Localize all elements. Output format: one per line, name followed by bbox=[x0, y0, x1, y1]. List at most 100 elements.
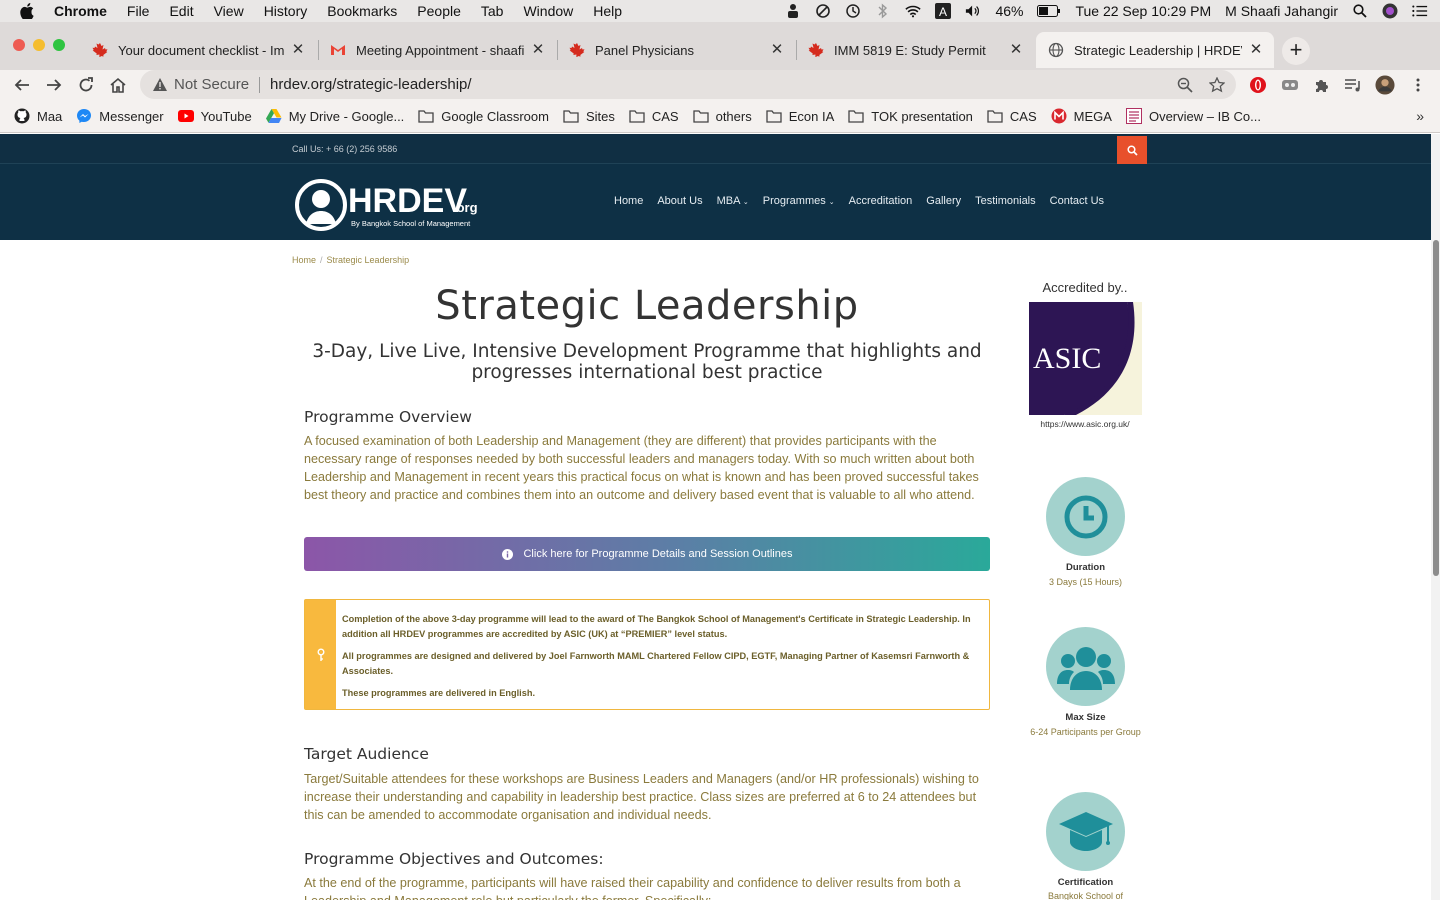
bookmark-econ-ia[interactable]: Econ IA bbox=[766, 108, 834, 124]
site-search-button[interactable] bbox=[1117, 136, 1147, 164]
tab-close-icon[interactable]: ✕ bbox=[530, 42, 546, 58]
bookmark-overview-ib[interactable]: Overview – IB Co... bbox=[1125, 108, 1261, 124]
bookmark-label: Maa bbox=[37, 108, 63, 124]
tab-close-icon[interactable]: ✕ bbox=[290, 42, 306, 58]
menu-edit[interactable]: Edit bbox=[169, 3, 193, 19]
tab-close-icon[interactable]: ✕ bbox=[769, 42, 785, 58]
menu-window[interactable]: Window bbox=[523, 3, 573, 19]
bluetooth-icon[interactable] bbox=[875, 3, 891, 19]
notification-center-icon[interactable] bbox=[1412, 3, 1428, 19]
max-size-value: 6-24 Participants per Group bbox=[1030, 727, 1141, 737]
extensions-puzzle-icon[interactable] bbox=[1312, 75, 1332, 95]
tab-meeting-appointment[interactable]: Meeting Appointment - shaafis ✕ bbox=[318, 32, 556, 68]
new-tab-button[interactable]: + bbox=[1282, 37, 1310, 65]
bookmark-my-drive[interactable]: My Drive - Google... bbox=[265, 108, 404, 124]
home-icon[interactable] bbox=[106, 73, 130, 97]
menu-people[interactable]: People bbox=[417, 3, 461, 19]
bookmark-label: CAS bbox=[1009, 108, 1037, 124]
nav-testimonials[interactable]: Testimonials bbox=[975, 195, 1036, 207]
nav-accreditation[interactable]: Accreditation bbox=[849, 195, 913, 207]
bookmark-label: YouTube bbox=[200, 108, 252, 124]
nav-home[interactable]: Home bbox=[614, 195, 643, 207]
bookmark-maa[interactable]: Maa bbox=[14, 108, 62, 124]
volume-icon[interactable] bbox=[965, 3, 981, 19]
menu-history[interactable]: History bbox=[264, 3, 308, 19]
breadcrumb-home[interactable]: Home bbox=[292, 255, 316, 265]
nav-mba-label: MBA bbox=[716, 195, 740, 207]
page-scrollbar-thumb[interactable] bbox=[1433, 240, 1439, 576]
battery-icon[interactable] bbox=[1037, 3, 1061, 19]
nav-mba[interactable]: MBA ⌄ bbox=[717, 195, 749, 207]
spotlight-icon[interactable] bbox=[1352, 3, 1368, 19]
tab-strategic-leadership[interactable]: Strategic Leadership | HRDEV.org ✕ bbox=[1036, 32, 1274, 68]
window-zoom-button[interactable] bbox=[53, 39, 65, 51]
tab-document-checklist[interactable]: Your document checklist - Imm ✕ bbox=[80, 32, 316, 68]
asic-logo[interactable]: ASIC bbox=[1029, 302, 1142, 415]
tab-study-permit[interactable]: IMM 5819 E: Study Permit ✕ bbox=[796, 32, 1034, 68]
bookmarks-bar: Maa Messenger YouTube My Drive - Google.… bbox=[0, 100, 1440, 133]
bookmark-sites[interactable]: Sites bbox=[563, 108, 615, 124]
nav-gallery[interactable]: Gallery bbox=[926, 195, 961, 207]
menu-app-name[interactable]: Chrome bbox=[54, 3, 107, 19]
bookmark-cas[interactable]: CAS bbox=[629, 108, 679, 124]
bookmark-google-classroom[interactable]: Google Classroom bbox=[418, 108, 549, 124]
menu-tab[interactable]: Tab bbox=[481, 3, 504, 19]
back-arrow-icon[interactable] bbox=[10, 73, 34, 97]
profile-avatar-icon[interactable] bbox=[1375, 75, 1395, 95]
bookmark-youtube[interactable]: YouTube bbox=[177, 108, 252, 124]
siri-icon[interactable] bbox=[1382, 3, 1398, 19]
menu-view[interactable]: View bbox=[214, 3, 244, 19]
not-secure-warning-icon[interactable] bbox=[152, 77, 168, 93]
media-control-icon[interactable] bbox=[1343, 75, 1363, 95]
menu-bookmarks[interactable]: Bookmarks bbox=[327, 3, 397, 19]
hrdev-logo[interactable]: HRDEV .org By Bangkok School of Manageme… bbox=[294, 178, 494, 232]
menu-help[interactable]: Help bbox=[593, 3, 622, 19]
site-top-bar: Call Us: + 66 (2) 256 9586 bbox=[0, 134, 1431, 164]
youtube-icon bbox=[177, 108, 194, 124]
programme-details-button[interactable]: Click here for Programme Details and Ses… bbox=[304, 537, 990, 571]
asic-url-link[interactable]: https://www.asic.org.uk/ bbox=[1020, 419, 1150, 429]
bookmark-messenger[interactable]: Messenger bbox=[76, 108, 164, 124]
folder-icon bbox=[629, 108, 645, 124]
folder-icon bbox=[987, 108, 1003, 124]
nav-contact-us[interactable]: Contact Us bbox=[1050, 195, 1104, 207]
menu-user-name[interactable]: M Shaafi Jahangir bbox=[1225, 3, 1338, 19]
apple-menu-icon[interactable] bbox=[20, 3, 36, 19]
battery-percent: 46% bbox=[995, 3, 1024, 19]
tab-close-icon[interactable]: ✕ bbox=[1248, 42, 1264, 58]
security-status[interactable]: Not Secure bbox=[174, 76, 249, 93]
zoom-icon[interactable] bbox=[1176, 76, 1194, 94]
bookmark-others[interactable]: others bbox=[692, 108, 752, 124]
bookmark-tok-presentation[interactable]: TOK presentation bbox=[848, 108, 973, 124]
omnibox-divider bbox=[259, 76, 261, 93]
opera-extension-icon[interactable] bbox=[1248, 75, 1268, 95]
tab-close-icon[interactable]: ✕ bbox=[1008, 42, 1024, 58]
extension-badge-icon[interactable] bbox=[1280, 75, 1300, 95]
menu-clock[interactable]: Tue 22 Sep 10:29 PM bbox=[1075, 3, 1211, 19]
user-status-icon[interactable] bbox=[785, 3, 801, 19]
window-close-button[interactable] bbox=[13, 39, 25, 51]
nav-programmes[interactable]: Programmes ⌄ bbox=[763, 195, 835, 207]
reload-icon[interactable] bbox=[74, 73, 98, 97]
tab-panel-physicians[interactable]: Panel Physicians ✕ bbox=[557, 32, 795, 68]
bookmark-mega[interactable]: MEGA bbox=[1051, 108, 1112, 124]
do-not-disturb-icon[interactable] bbox=[815, 3, 831, 19]
window-minimize-button[interactable] bbox=[33, 39, 45, 51]
address-bar[interactable]: Not Secure hrdev.org/strategic-leadershi… bbox=[140, 70, 1236, 99]
overview-heading: Programme Overview bbox=[304, 408, 472, 426]
more-bookmarks-chevron-icon[interactable]: » bbox=[1416, 108, 1424, 124]
input-source-icon[interactable]: A bbox=[935, 3, 952, 19]
time-machine-icon[interactable] bbox=[845, 3, 861, 19]
bookmark-cas-2[interactable]: CAS bbox=[987, 108, 1037, 124]
browser-menu-icon[interactable] bbox=[1408, 75, 1428, 95]
url-text[interactable]: hrdev.org/strategic-leadership/ bbox=[270, 76, 472, 93]
bookmark-label: Overview – IB Co... bbox=[1148, 108, 1261, 124]
tab-title: Your document checklist - Imm bbox=[118, 42, 284, 58]
menu-file[interactable]: File bbox=[127, 3, 150, 19]
bookmark-star-icon[interactable] bbox=[1208, 76, 1226, 94]
forward-arrow-icon[interactable] bbox=[42, 73, 66, 97]
nav-about-us[interactable]: About Us bbox=[657, 195, 702, 207]
tab-title: IMM 5819 E: Study Permit bbox=[834, 42, 986, 58]
tab-title: Meeting Appointment - shaafis bbox=[356, 42, 524, 58]
wifi-icon[interactable] bbox=[905, 3, 922, 19]
